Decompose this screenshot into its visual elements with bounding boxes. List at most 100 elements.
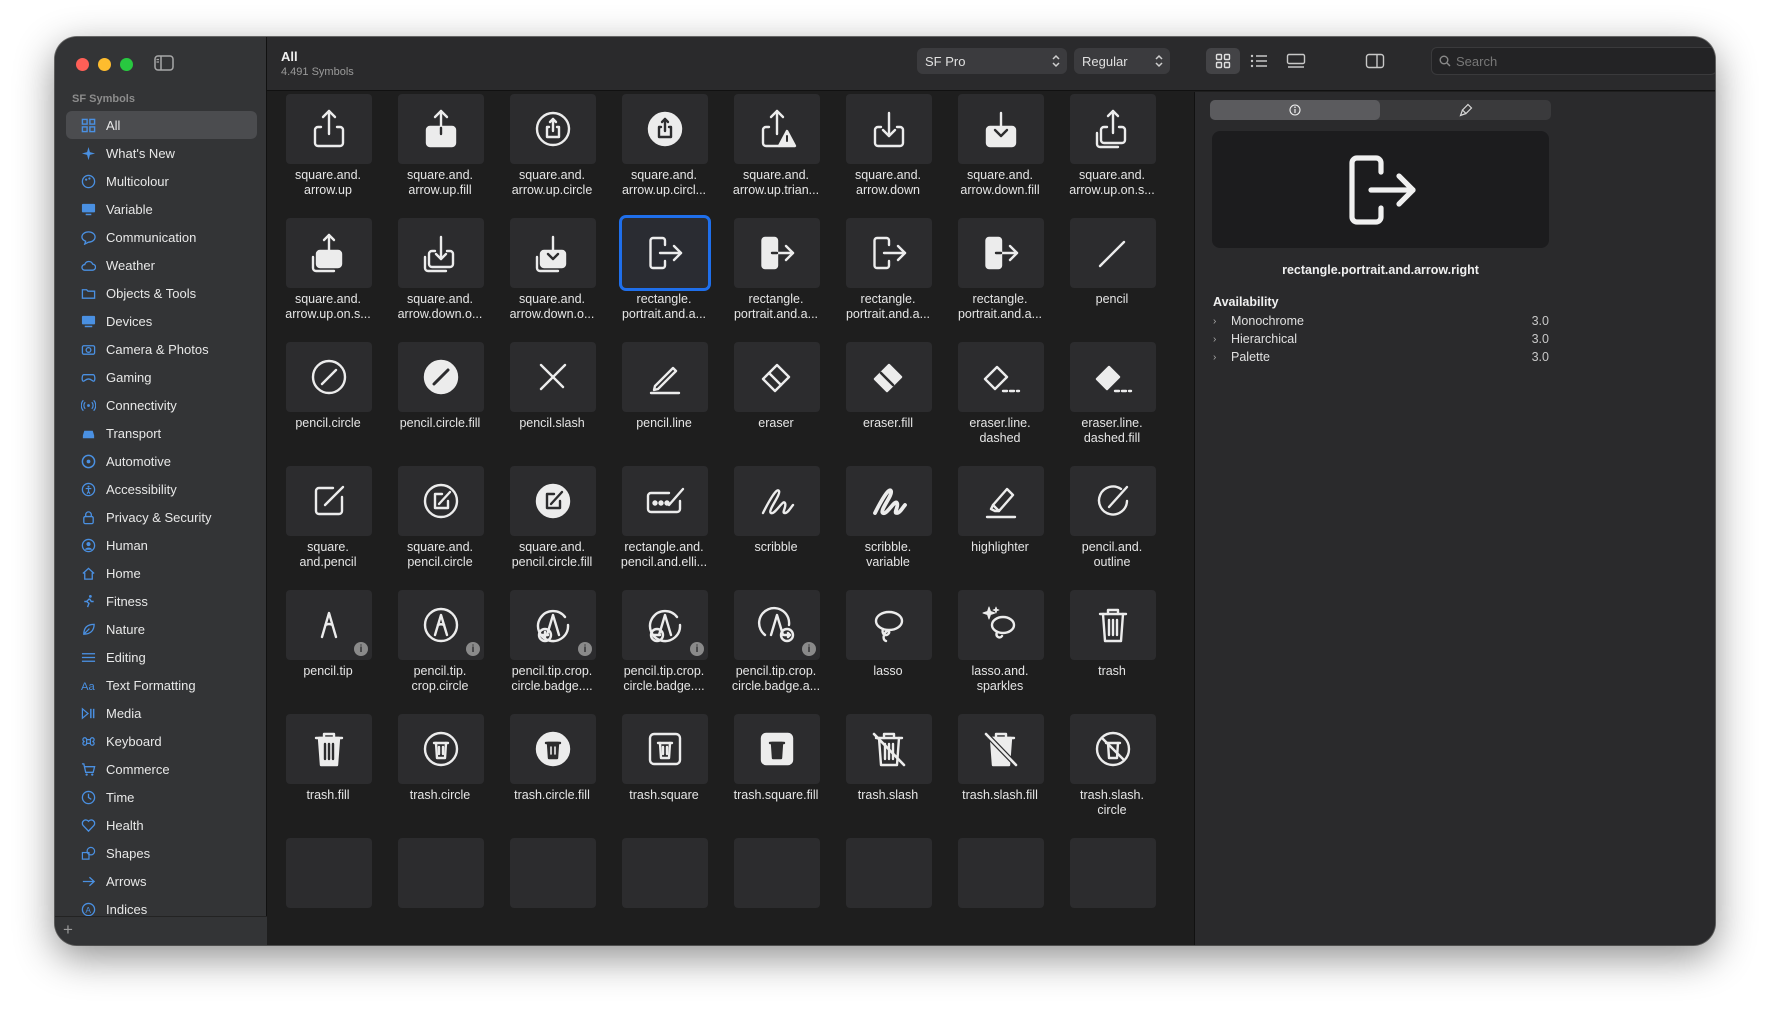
- symbol-cell[interactable]: [384, 838, 496, 945]
- symbol-cell[interactable]: i pencil.tip. crop.circle: [384, 590, 496, 714]
- symbol-cell[interactable]: rectangle. portrait.and.a...: [832, 218, 944, 342]
- symbol-cell[interactable]: [944, 838, 1056, 945]
- symbol-tile[interactable]: [510, 342, 596, 412]
- symbol-cell[interactable]: eraser.fill: [832, 342, 944, 466]
- symbol-tile[interactable]: [958, 714, 1044, 784]
- symbol-cell[interactable]: scribble: [720, 466, 832, 590]
- symbol-tile[interactable]: [510, 94, 596, 164]
- symbol-cell[interactable]: trash.square: [608, 714, 720, 838]
- minimize-window-button[interactable]: [98, 58, 111, 71]
- sidebar-item-objects-tools[interactable]: Objects & Tools: [66, 279, 257, 307]
- symbol-tile[interactable]: [846, 590, 932, 660]
- sidebar-item-home[interactable]: Home: [66, 559, 257, 587]
- sidebar-item-devices[interactable]: Devices: [66, 307, 257, 335]
- symbol-tile[interactable]: [510, 218, 596, 288]
- sidebar-item-weather[interactable]: Weather: [66, 251, 257, 279]
- symbol-cell[interactable]: highlighter: [944, 466, 1056, 590]
- symbol-cell[interactable]: i pencil.tip.crop. circle.badge....: [608, 590, 720, 714]
- sidebar-item-commerce[interactable]: Commerce: [66, 755, 257, 783]
- symbol-cell[interactable]: [720, 838, 832, 945]
- symbol-tile[interactable]: [1070, 466, 1156, 536]
- sidebar-item-shapes[interactable]: Shapes: [66, 839, 257, 867]
- symbol-tile[interactable]: [510, 838, 596, 908]
- font-select[interactable]: SF Pro: [917, 48, 1067, 74]
- availability-row-palette[interactable]: › Palette 3.0: [1213, 348, 1549, 366]
- symbol-tile[interactable]: [622, 342, 708, 412]
- weight-select[interactable]: Regular: [1074, 48, 1170, 74]
- sidebar-item-accessibility[interactable]: Accessibility: [66, 475, 257, 503]
- add-collection-button[interactable]: +: [63, 920, 73, 940]
- symbol-tile[interactable]: i: [510, 590, 596, 660]
- sidebar-item-editing[interactable]: Editing: [66, 643, 257, 671]
- symbol-cell[interactable]: square.and. arrow.up.on.s...: [1056, 94, 1168, 218]
- symbol-cell[interactable]: pencil: [1056, 218, 1168, 342]
- sidebar-item-fitness[interactable]: Fitness: [66, 587, 257, 615]
- symbol-tile[interactable]: [846, 466, 932, 536]
- symbol-tile[interactable]: [286, 342, 372, 412]
- symbol-cell[interactable]: square.and. arrow.up.circl...: [608, 94, 720, 218]
- symbol-tile[interactable]: i: [622, 590, 708, 660]
- symbol-tile[interactable]: [398, 714, 484, 784]
- symbol-cell[interactable]: square.and. arrow.up.on.s...: [272, 218, 384, 342]
- symbol-tile[interactable]: i: [398, 590, 484, 660]
- symbol-tile[interactable]: [622, 218, 708, 288]
- symbol-cell[interactable]: trash.fill: [272, 714, 384, 838]
- symbol-cell[interactable]: rectangle.and. pencil.and.elli...: [608, 466, 720, 590]
- symbol-tile[interactable]: [958, 342, 1044, 412]
- symbol-tile[interactable]: [734, 342, 820, 412]
- symbol-cell[interactable]: pencil.circle: [272, 342, 384, 466]
- symbol-cell[interactable]: square.and. arrow.down: [832, 94, 944, 218]
- symbol-tile[interactable]: [846, 218, 932, 288]
- zoom-window-button[interactable]: [120, 58, 133, 71]
- search-input[interactable]: Search: [1431, 47, 1715, 75]
- symbol-cell[interactable]: square.and. pencil.circle: [384, 466, 496, 590]
- symbol-tile[interactable]: [286, 838, 372, 908]
- symbol-tile[interactable]: [846, 714, 932, 784]
- grid-view-button[interactable]: [1206, 48, 1240, 74]
- tab-info[interactable]: [1210, 100, 1380, 120]
- availability-row-monochrome[interactable]: › Monochrome 3.0: [1213, 312, 1549, 330]
- symbol-tile[interactable]: [846, 838, 932, 908]
- symbol-cell[interactable]: trash.circle: [384, 714, 496, 838]
- gallery-view-button[interactable]: [1279, 48, 1313, 74]
- symbol-cell[interactable]: pencil.circle.fill: [384, 342, 496, 466]
- symbol-cell[interactable]: square.and. arrow.down.o...: [496, 218, 608, 342]
- symbol-tile[interactable]: [286, 218, 372, 288]
- symbol-cell[interactable]: square.and. arrow.up: [272, 94, 384, 218]
- symbol-cell[interactable]: square.and. arrow.up.circle: [496, 94, 608, 218]
- symbol-cell[interactable]: trash.slash. circle: [1056, 714, 1168, 838]
- symbol-tile[interactable]: [398, 342, 484, 412]
- sidebar-toggle-button[interactable]: [153, 54, 177, 74]
- inspector-toggle-button[interactable]: [1358, 48, 1392, 74]
- symbol-cell[interactable]: square.and. arrow.up.trian...: [720, 94, 832, 218]
- symbol-tile[interactable]: [286, 94, 372, 164]
- symbol-cell[interactable]: trash: [1056, 590, 1168, 714]
- symbol-tile[interactable]: [958, 466, 1044, 536]
- tab-customize[interactable]: [1381, 100, 1551, 120]
- symbol-tile[interactable]: [734, 714, 820, 784]
- sidebar-item-keyboard[interactable]: Keyboard: [66, 727, 257, 755]
- symbol-cell[interactable]: pencil.slash: [496, 342, 608, 466]
- sidebar-item-communication[interactable]: Communication: [66, 223, 257, 251]
- symbol-tile[interactable]: [846, 94, 932, 164]
- symbol-tile[interactable]: [1070, 714, 1156, 784]
- symbol-tile[interactable]: [958, 218, 1044, 288]
- symbol-cell[interactable]: i pencil.tip: [272, 590, 384, 714]
- symbol-cell[interactable]: trash.circle.fill: [496, 714, 608, 838]
- sidebar-item-automotive[interactable]: Automotive: [66, 447, 257, 475]
- close-window-button[interactable]: [76, 58, 89, 71]
- symbol-cell[interactable]: square.and. arrow.down.fill: [944, 94, 1056, 218]
- symbol-cell[interactable]: [608, 838, 720, 945]
- sidebar-item-what-s-new[interactable]: What's New: [66, 139, 257, 167]
- sidebar-item-transport[interactable]: Transport: [66, 419, 257, 447]
- symbol-cell[interactable]: pencil.line: [608, 342, 720, 466]
- sidebar-item-gaming[interactable]: Gaming: [66, 363, 257, 391]
- symbol-tile[interactable]: [622, 94, 708, 164]
- symbol-tile[interactable]: [958, 838, 1044, 908]
- symbol-cell[interactable]: [496, 838, 608, 945]
- symbol-tile[interactable]: [734, 838, 820, 908]
- list-view-button[interactable]: [1242, 48, 1276, 74]
- symbol-cell[interactable]: rectangle. portrait.and.a...: [944, 218, 1056, 342]
- symbol-cell[interactable]: square. and.pencil: [272, 466, 384, 590]
- sidebar-item-arrows[interactable]: Arrows: [66, 867, 257, 895]
